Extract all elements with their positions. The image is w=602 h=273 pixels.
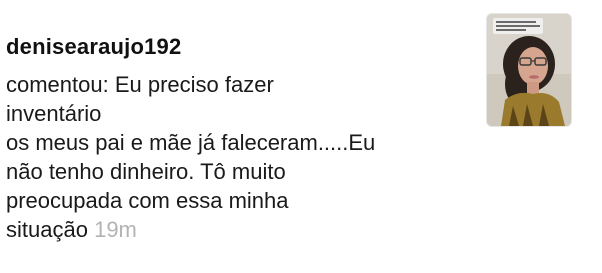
comment-line: os meus pai e mãe já faleceram.....Eu	[6, 130, 376, 155]
comment-line: comentou: Eu preciso fazer	[6, 72, 274, 97]
comment-text: comentou: Eu preciso fazer inventário os…	[6, 70, 476, 244]
comment-line: não tenho dinheiro. Tô muito	[6, 159, 286, 184]
comment-line: inventário	[6, 101, 102, 126]
comment-line: situação	[6, 217, 88, 242]
comment-last-line: situação 19m	[6, 215, 476, 244]
post-thumbnail[interactable]	[486, 13, 572, 127]
comment-notification[interactable]: denisearaujo192 comentou: Eu preciso faz…	[0, 0, 602, 273]
comment-line: preocupada com essa minha	[6, 188, 289, 213]
post-thumbnail-image	[487, 14, 571, 126]
timestamp: 19m	[94, 217, 137, 242]
username-link[interactable]: denisearaujo192	[6, 34, 181, 60]
